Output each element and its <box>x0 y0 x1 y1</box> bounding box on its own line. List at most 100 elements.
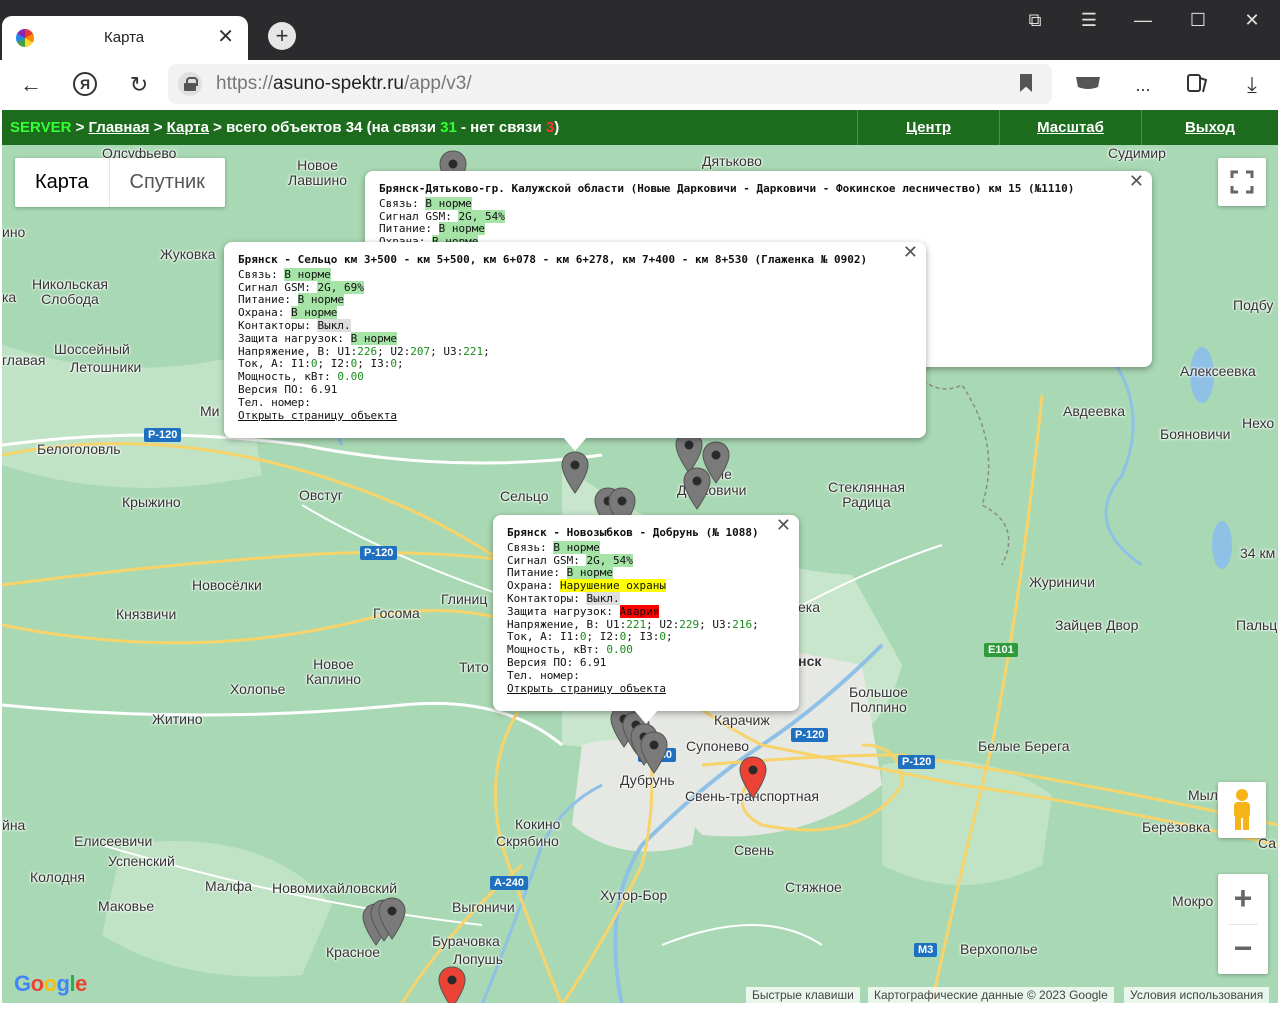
online-count: 31 <box>440 119 457 136</box>
zoom-out-icon[interactable]: − <box>1218 925 1268 974</box>
map-pin-icon[interactable] <box>378 897 406 941</box>
place-label: Большое Полпино <box>849 684 908 715</box>
more-extensions-button[interactable]: ... <box>1128 71 1158 101</box>
map-pin-icon[interactable] <box>640 731 668 775</box>
place-label: Шоссейный <box>54 341 130 357</box>
close-icon[interactable]: ✕ <box>903 243 918 261</box>
yandex-icon[interactable]: Я <box>70 71 100 101</box>
bookmark-icon[interactable] <box>1020 74 1032 92</box>
menu-icon[interactable]: ☰ <box>1074 10 1104 31</box>
home-link[interactable]: Главная <box>89 119 150 136</box>
keyboard-shortcuts-link[interactable]: Быстрые клавиши <box>746 987 860 1003</box>
place-label: Новосёлки <box>192 577 262 593</box>
place-label: Крыжино <box>122 494 181 510</box>
place-label: ека <box>798 599 821 615</box>
open-object-link[interactable]: Открыть страницу объекта <box>507 682 666 695</box>
map-canvas[interactable]: Олсуфьево Новое Лавшино Дятьково Судимир… <box>2 145 1278 1003</box>
place-label: Хутор-Бор <box>600 887 668 903</box>
popup-row: Версия ПО: 6.91 <box>238 382 338 396</box>
nav-center[interactable]: Центр <box>857 110 999 145</box>
place-label: Колодня <box>30 869 85 885</box>
info-window-1088: ✕ Брянск - Новозыбков - Добрунь (№ 1088)… <box>493 515 799 711</box>
place-label: Новое Каплино <box>306 656 362 687</box>
place-label: Глиниц <box>441 591 488 607</box>
map-type-map-button[interactable]: Карта <box>15 158 110 207</box>
place-label: 34 км <box>1240 545 1276 561</box>
place-label: Пальц <box>1236 617 1278 633</box>
maximize-icon[interactable]: ☐ <box>1183 10 1213 31</box>
place-label: Верхополье <box>960 941 1038 957</box>
tab-close-icon[interactable]: ✕ <box>217 25 234 49</box>
place-label: Зайцев Двор <box>1055 617 1139 633</box>
close-icon[interactable]: ✕ <box>776 516 791 534</box>
fullscreen-button[interactable] <box>1218 158 1266 206</box>
map-data-attribution: Картографические данные © 2023 Google <box>868 987 1114 1003</box>
reload-icon[interactable]: ↻ <box>124 71 154 101</box>
road-badge: A-240 <box>490 876 528 890</box>
close-icon[interactable]: ✕ <box>1129 172 1144 190</box>
place-label: Новое Лавшино <box>288 157 347 188</box>
place-label: Новомихайловский <box>272 880 398 896</box>
road-badge: P-120 <box>791 728 829 742</box>
road-badge: P-120 <box>360 546 398 560</box>
browser-tab[interactable]: Карта ✕ <box>2 16 248 60</box>
place-label: Белоголовль <box>37 441 121 457</box>
road-badge: M3 <box>914 943 938 957</box>
place-label: Скрябино <box>496 833 559 849</box>
map-pin-icon[interactable] <box>739 756 767 800</box>
place-label: Дятьково <box>702 153 762 169</box>
place-label: Успенский <box>108 853 175 869</box>
close-window-icon[interactable]: ✕ <box>1237 10 1267 31</box>
road-badge: P-120 <box>898 755 936 769</box>
download-icon[interactable]: ⤓ <box>1237 71 1267 101</box>
map-link[interactable]: Карта <box>167 119 209 136</box>
nav-exit[interactable]: Выход <box>1141 110 1278 145</box>
lock-icon[interactable] <box>178 72 202 96</box>
place-label: Малфа <box>205 878 253 894</box>
back-arrow-icon[interactable]: ← <box>16 71 46 101</box>
map-type-control: Карта Спутник <box>15 158 225 207</box>
nav-scale[interactable]: Масштаб <box>999 110 1141 145</box>
zoom-in-icon[interactable]: + <box>1218 874 1268 924</box>
map-pin-icon[interactable] <box>438 966 466 1003</box>
minimize-icon[interactable]: — <box>1128 10 1158 31</box>
map-pin-icon[interactable] <box>561 451 589 495</box>
popup-tail <box>563 437 587 451</box>
place-label: Елисеевичи <box>74 833 153 849</box>
tabs-list-icon[interactable]: ⧉ <box>1020 10 1050 31</box>
popup-row: Связь: В норме <box>238 267 331 281</box>
map-pin-icon[interactable] <box>683 467 711 511</box>
offline-count: 3 <box>545 119 555 136</box>
popup-title: Брянск - Новозыбков - Добрунь (№ 1088) <box>507 526 759 539</box>
place-label: Житино <box>152 711 203 727</box>
place-label: Князвичи <box>116 606 177 622</box>
collections-icon[interactable] <box>1182 71 1212 101</box>
map-type-satellite-button[interactable]: Спутник <box>110 158 225 207</box>
popup-tail <box>634 710 658 724</box>
place-label: Стеклянная Радица <box>828 479 906 510</box>
place-label: Госома <box>373 605 420 621</box>
place-label: Овстуг <box>299 487 343 503</box>
popup-title: Брянск-Дятьково-гр. Калужской области (Н… <box>379 182 1075 195</box>
address-bar[interactable]: https://asuno-spektr.ru/app/v3/ <box>168 64 1052 104</box>
open-object-link[interactable]: Открыть страницу объекта <box>238 409 397 422</box>
place-label: Свень <box>734 842 775 858</box>
popup-row: Сигнал GSM: 2G, 54% <box>379 209 505 223</box>
url-text[interactable]: https://asuno-spektr.ru/app/v3/ <box>216 73 472 95</box>
place-label: Журиничи <box>1029 574 1095 590</box>
popup-row: Питание: В норме <box>238 293 344 307</box>
place-label: Судимир <box>1108 145 1166 161</box>
terms-link[interactable]: Условия использования <box>1124 987 1270 1003</box>
site-favicon-icon <box>16 29 34 47</box>
extension-icon[interactable] <box>1073 71 1103 101</box>
info-window-0902: ✕ Брянск - Сельцо км 3+500 - км 5+500, к… <box>224 242 926 438</box>
zoom-control: + − <box>1218 874 1268 974</box>
street-view-button[interactable] <box>1218 782 1266 838</box>
place-label: Сельцо <box>500 488 549 504</box>
new-tab-button[interactable]: + <box>268 22 296 50</box>
place-label: Бурачовка <box>432 933 500 949</box>
popup-row: Связь: В норме <box>379 196 472 210</box>
total-objects-text: всего объектов 34 (на связи <box>226 119 436 136</box>
popup-row: Мощность, кВт: 0.00 <box>238 370 364 384</box>
road-badge: E101 <box>984 643 1018 657</box>
